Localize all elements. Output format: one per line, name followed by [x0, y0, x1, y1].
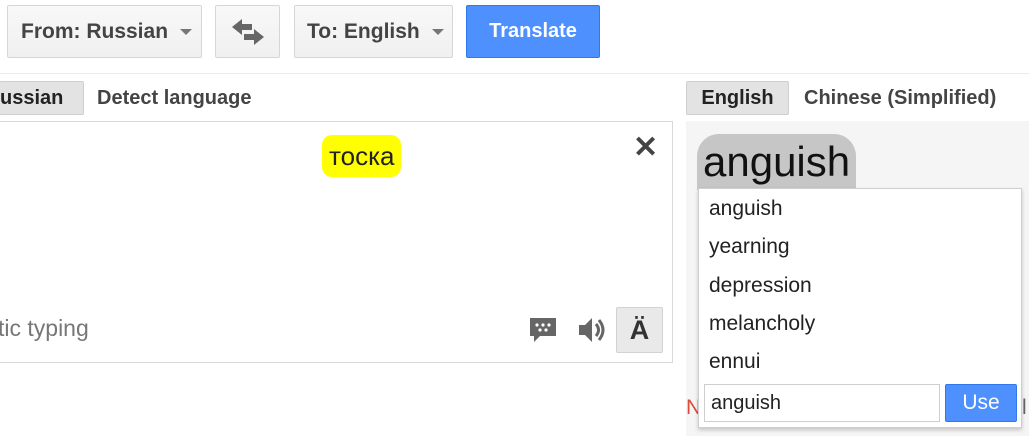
alternative-item[interactable]: depression	[709, 274, 812, 298]
tab-label: Detect language	[97, 86, 252, 109]
edit-translation-input[interactable]	[704, 384, 940, 422]
swap-icon	[231, 18, 264, 45]
alternative-item[interactable]: melancholy	[709, 312, 815, 336]
obscured-text-right: l	[1022, 396, 1027, 419]
alternatives-menu: anguish yearning depression melancholy e…	[698, 188, 1022, 428]
tab-label: English	[701, 86, 774, 109]
listen-button[interactable]	[575, 313, 609, 347]
feedback-button[interactable]	[527, 315, 559, 345]
tab-target-english[interactable]: English	[686, 81, 789, 115]
chevron-down-icon	[180, 28, 193, 35]
from-language-label: From: Russian	[21, 19, 169, 43]
alternative-item[interactable]: anguish	[709, 197, 783, 221]
from-language-dropdown[interactable]: From: Russian	[7, 5, 202, 58]
tab-detect-language[interactable]: Detect language	[97, 81, 251, 115]
tab-target-chinese-simplified[interactable]: Chinese (Simplified)	[804, 81, 996, 115]
chevron-down-icon	[431, 28, 444, 35]
close-icon: ✕	[633, 131, 659, 164]
tab-source-russian[interactable]: ussian	[0, 81, 84, 115]
alternative-item[interactable]: ennui	[709, 350, 760, 374]
swap-languages-button[interactable]	[215, 5, 280, 58]
tab-label: ussian	[0, 86, 64, 109]
speaker-icon	[579, 318, 605, 342]
source-text-highlight: тоска	[322, 135, 402, 177]
translate-button[interactable]: Translate	[466, 5, 600, 58]
to-language-label: To: English	[307, 19, 420, 43]
input-tools-label[interactable]: tic typing	[0, 315, 89, 342]
use-button[interactable]: Use	[945, 384, 1017, 422]
clear-source-button[interactable]: ✕	[633, 130, 658, 165]
translated-word[interactable]: anguish	[697, 134, 857, 190]
virtual-keyboard-button[interactable]: Ä	[616, 307, 663, 353]
to-language-dropdown[interactable]: To: English	[294, 5, 453, 58]
keyboard-glyph-icon: Ä	[629, 314, 650, 345]
tab-label: Chinese (Simplified)	[804, 86, 997, 109]
speech-bubble-icon	[530, 318, 556, 342]
alternative-item[interactable]: yearning	[709, 235, 790, 259]
divider	[0, 73, 1029, 74]
